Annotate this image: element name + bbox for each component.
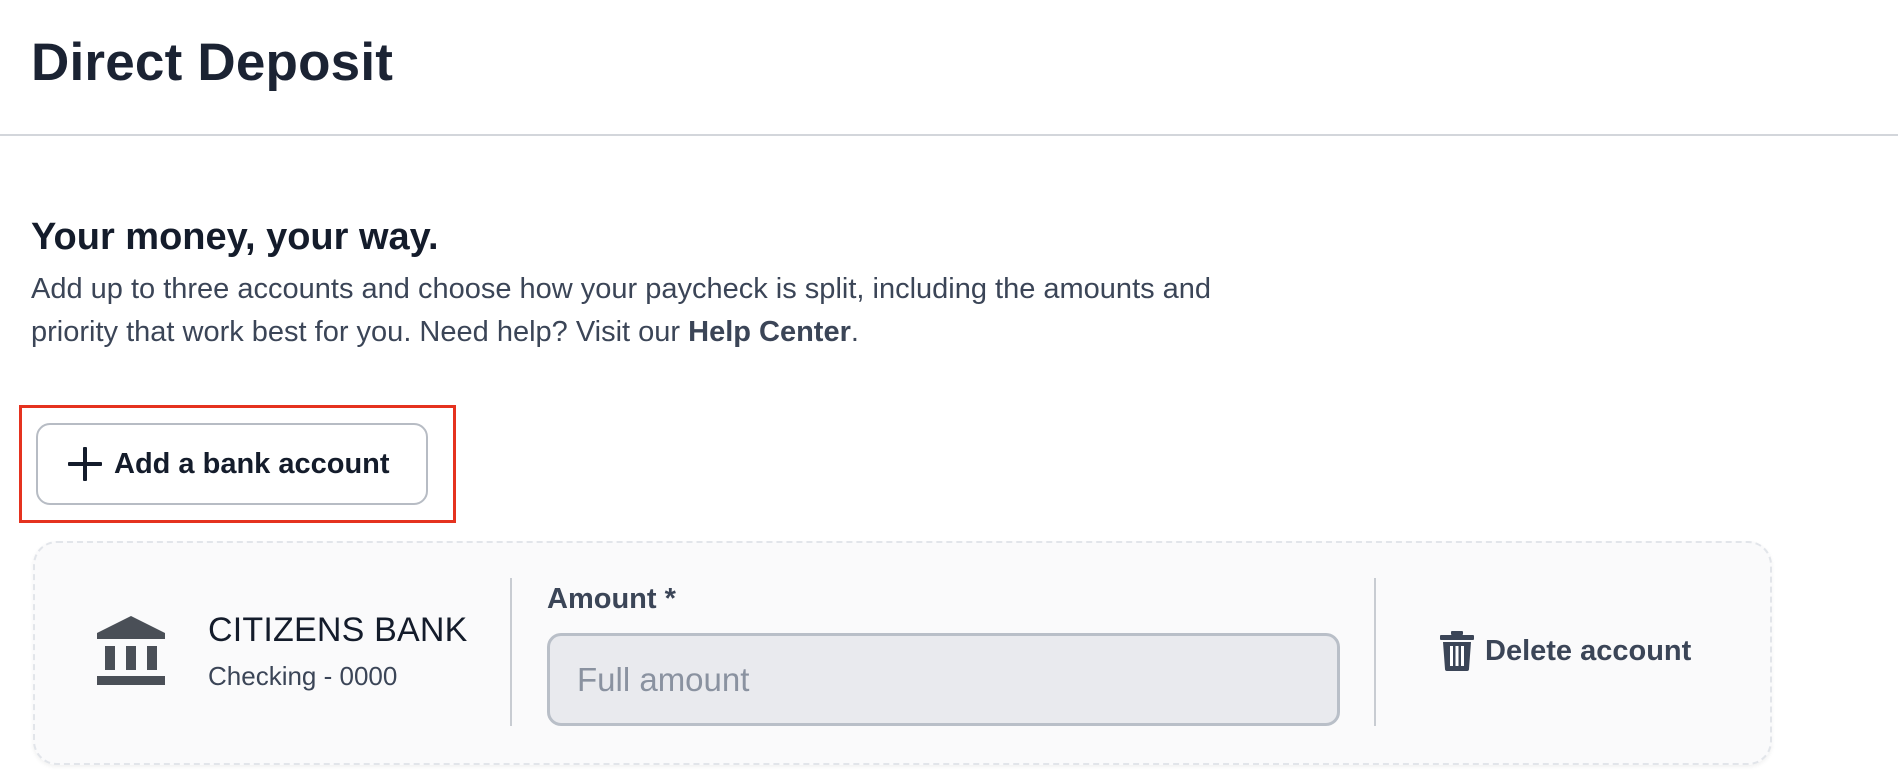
trash-icon <box>1440 631 1474 671</box>
add-bank-account-button[interactable]: Add a bank account <box>36 423 428 505</box>
add-bank-account-label: Add a bank account <box>114 447 390 480</box>
bank-name: CITIZENS BANK <box>208 611 468 649</box>
amount-label: Amount * <box>547 583 676 615</box>
intro-text-after-link: . <box>850 316 859 348</box>
plus-icon <box>68 447 102 481</box>
account-detail: Checking - 0000 <box>208 661 398 691</box>
help-center-link[interactable]: Help Center <box>688 316 851 348</box>
delete-account-label: Delete account <box>1485 634 1692 667</box>
bank-account-card: CITIZENS BANK Checking - 0000 Amount * D… <box>33 541 1772 765</box>
intro-text-before-link: Add up to three accounts and choose how … <box>31 273 1212 348</box>
divider <box>510 578 512 726</box>
amount-input[interactable] <box>547 633 1340 726</box>
page-header: Direct Deposit <box>0 0 1898 136</box>
bank-icon <box>97 616 165 685</box>
divider <box>1374 578 1376 726</box>
intro-heading: Your money, your way. <box>31 216 439 258</box>
page-title: Direct Deposit <box>31 33 394 92</box>
delete-account-button[interactable]: Delete account <box>1440 629 1691 673</box>
intro-description: Add up to three accounts and choose how … <box>31 268 1251 354</box>
